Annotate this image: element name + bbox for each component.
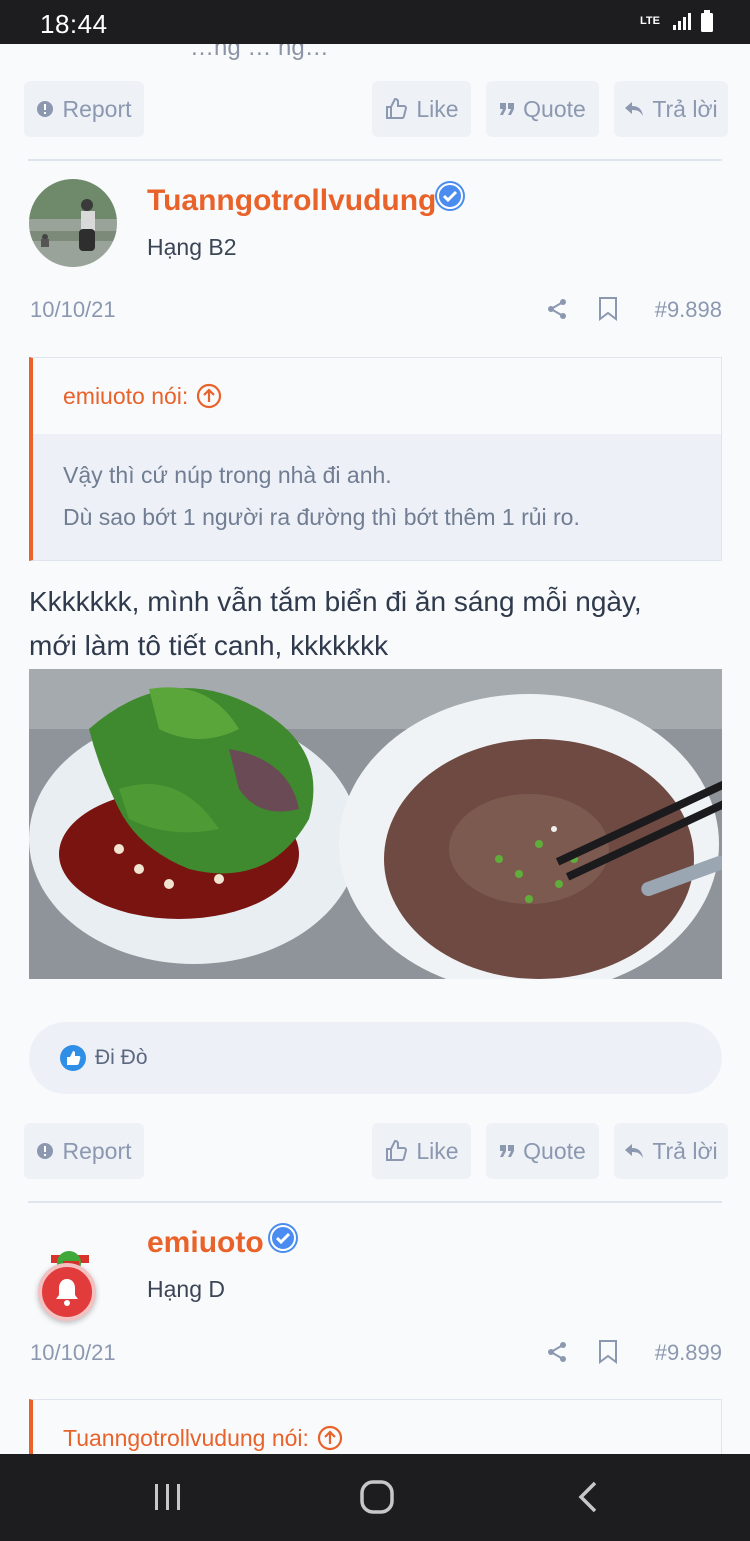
verified-badge-icon (435, 181, 465, 211)
quote-icon (500, 1145, 515, 1157)
post-number[interactable]: #9.899 (655, 1340, 722, 1366)
system-nav-bar (0, 1454, 750, 1541)
report-label: Report (62, 95, 132, 122)
lte-indicator: LTE (640, 14, 660, 27)
like-button[interactable]: Like (372, 1123, 471, 1179)
user-rank: Hạng D (147, 1276, 225, 1302)
quote-icon (500, 103, 515, 115)
reply-icon (625, 102, 644, 116)
reply-icon (625, 1144, 644, 1158)
post-body: Kkkkkkk, mình vẫn tắm biển đi ăn sáng mỗ… (29, 580, 729, 668)
post-author[interactable]: Tuanngotrollvudung (147, 184, 436, 218)
alert-icon (37, 1143, 54, 1159)
verified-badge-icon (268, 1223, 298, 1253)
post-date[interactable]: 10/10/21 (30, 1340, 116, 1366)
reaction-user[interactable]: Đi Đò (95, 1046, 148, 1070)
post-divider (28, 1201, 722, 1203)
recent-apps-icon[interactable] (152, 1482, 184, 1512)
share-icon[interactable] (546, 298, 568, 320)
bookmark-icon[interactable] (598, 297, 618, 321)
reply-button[interactable]: Trả lời (614, 81, 728, 137)
signal-icon (673, 13, 691, 30)
quote-button[interactable]: Quote (486, 81, 599, 137)
like-button[interactable]: Like (372, 81, 471, 137)
post-image[interactable] (29, 669, 722, 979)
like-label: Like (416, 1137, 459, 1164)
user-rank: Hạng B2 (147, 234, 237, 260)
post-actions: Report Like Quote Trả lời (24, 81, 728, 137)
status-time: 18:44 (40, 9, 108, 39)
post-divider (28, 159, 722, 161)
bell-icon (56, 1279, 78, 1306)
status-icons: LTE (640, 10, 714, 32)
like-label: Like (416, 95, 459, 122)
status-bar: 18:44 LTE (0, 0, 750, 44)
quote-author[interactable]: Tuanngotrollvudung nói: (33, 1400, 721, 1454)
cut-off-text: …ng … ng… (190, 44, 329, 61)
quote-line: Vậy thì cứ núp trong nhà đi anh. (63, 462, 392, 488)
post-number[interactable]: #9.898 (655, 297, 722, 323)
battery-icon (701, 10, 713, 32)
report-button[interactable]: Report (24, 1123, 144, 1179)
post-date[interactable]: 10/10/21 (30, 297, 116, 323)
back-icon[interactable] (577, 1481, 599, 1513)
post-text-line: Kkkkkkk, mình vẫn tắm biển đi ăn sáng mỗ… (29, 586, 642, 617)
reply-button[interactable]: Trả lời (614, 1123, 728, 1179)
report-button[interactable]: Report (24, 81, 144, 137)
thumbs-up-icon (386, 1139, 408, 1161)
reaction-bar[interactable]: Đi Đò (29, 1022, 722, 1094)
report-label: Report (62, 1137, 132, 1164)
quote-block: Tuanngotrollvudung nói: (29, 1399, 722, 1454)
quote-label: Quote (523, 95, 586, 122)
post-text-line: mới làm tô tiết canh, kkkkkkk (29, 630, 389, 661)
quote-author-label: Tuanngotrollvudung nói: (63, 1424, 309, 1451)
avatar[interactable] (29, 179, 117, 267)
home-icon[interactable] (360, 1480, 394, 1514)
share-icon[interactable] (546, 1341, 568, 1363)
quote-content: Vậy thì cứ núp trong nhà đi anh. Dù sao … (33, 434, 721, 560)
alert-icon (37, 101, 54, 117)
quote-author[interactable]: emiuoto nói: (33, 358, 721, 434)
quote-line: Dù sao bớt 1 người ra đường thì bớt thêm… (63, 504, 580, 530)
notification-bell-button[interactable] (38, 1263, 96, 1321)
post-actions: Report Like Quote Trả lời (24, 1123, 728, 1179)
quote-author-label: emiuoto nói: (63, 382, 189, 409)
reply-label: Trả lời (652, 1137, 718, 1164)
bookmark-icon[interactable] (598, 1340, 618, 1364)
quote-label: Quote (523, 1137, 586, 1164)
arrow-up-circle-icon[interactable] (317, 1425, 343, 1451)
reply-label: Trả lời (652, 95, 718, 122)
post-author[interactable]: emiuoto (147, 1226, 264, 1260)
quote-button[interactable]: Quote (486, 1123, 599, 1179)
quote-block: emiuoto nói: Vậy thì cứ núp trong nhà đi… (29, 357, 722, 561)
thread-page: …ng … ng… Report Like Quote Trả lời Tuan… (0, 44, 750, 1454)
thumbs-up-icon (386, 97, 408, 119)
arrow-up-circle-icon[interactable] (196, 383, 222, 409)
like-icon (60, 1045, 86, 1071)
